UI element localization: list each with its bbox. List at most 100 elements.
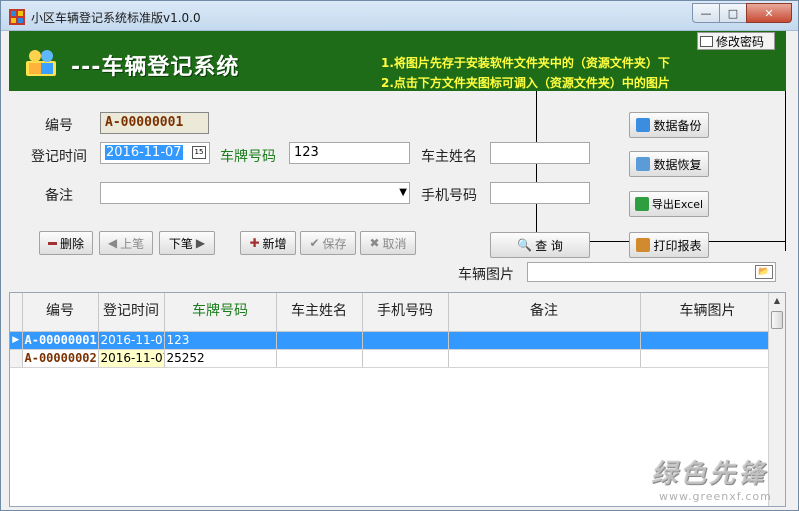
add-label: 新增 (262, 236, 287, 251)
form-icon (700, 35, 713, 47)
time-field[interactable]: 2016-11-07 15 (100, 142, 210, 164)
banner-note-1: 1.将图片先存于安装软件文件夹中的（资源文件夹）下 (381, 56, 670, 70)
current-row-indicator-icon: ▶ (10, 331, 23, 350)
window-title: 小区车辆登记系统标准版v1.0.0 (31, 11, 201, 25)
table-cell[interactable] (640, 349, 776, 368)
owner-input[interactable] (490, 142, 590, 164)
restore-icon (636, 157, 651, 171)
delete-button[interactable]: 删除 (39, 231, 93, 255)
phone-label: 手机号码 (421, 188, 477, 204)
table-cell[interactable] (276, 349, 363, 368)
table-cell[interactable]: 2016-11-07 (98, 331, 165, 350)
table-cell[interactable] (640, 331, 776, 350)
row-indicator-header (10, 293, 23, 332)
time-value: 2016-11-07 (105, 145, 183, 160)
check-icon: ✔ (309, 236, 320, 250)
phone-input[interactable] (490, 182, 590, 204)
change-password-button[interactable]: 修改密码 (697, 32, 775, 50)
table-header: 编号 登记时间 车牌号码 车主姓名 手机号码 备注 车辆图片 (10, 293, 776, 332)
remark-label: 备注 (45, 188, 73, 204)
row-indicator (10, 349, 23, 368)
watermark-text: 绿色先锋 (651, 459, 768, 489)
photo-path-input[interactable]: 📂 (527, 262, 776, 282)
site-watermark: 绿色先锋 www.greenxf.com (651, 453, 791, 503)
column-header[interactable]: 车牌号码 (164, 293, 277, 332)
close-button[interactable]: ✕ (746, 3, 792, 23)
table-cell[interactable] (448, 331, 641, 350)
column-header[interactable]: 车辆图片 (640, 293, 776, 332)
form-panel: 编号 A-00000001 登记时间 2016-11-07 15 车牌号码 12… (9, 91, 786, 287)
next-icon: ▶ (195, 236, 206, 250)
remark-select[interactable]: ▼ (100, 182, 410, 204)
column-header[interactable]: 编号 (22, 293, 99, 332)
table-cell[interactable]: A-00000001 (22, 331, 99, 350)
add-button[interactable]: ✚ 新增 (240, 231, 296, 255)
minimize-button[interactable]: — (692, 3, 720, 23)
printer-icon (636, 238, 651, 252)
database-icon (636, 118, 651, 132)
maximize-button[interactable]: □ (719, 3, 747, 23)
table-cell[interactable] (362, 331, 449, 350)
table-cell[interactable] (448, 349, 641, 368)
prev-label: 上笔 (120, 236, 145, 251)
scroll-thumb[interactable] (771, 311, 783, 329)
photo-label: 车辆图片 (458, 267, 514, 283)
window-controls: — □ ✕ (692, 3, 792, 23)
title-bar: 小区车辆登记系统标准版v1.0.0 — □ ✕ (1, 1, 798, 31)
cross-icon: ✖ (369, 236, 380, 250)
print-report-button[interactable]: 打印报表 (629, 232, 709, 258)
banner-title: ---车辆登记系统 (71, 55, 240, 80)
table-cell[interactable]: 2016-11-07 (98, 349, 165, 368)
backup-button[interactable]: 数据备份 (629, 112, 709, 138)
folder-icon[interactable]: 📂 (755, 265, 773, 279)
next-label: 下笔 (168, 236, 193, 251)
app-window: 小区车辆登记系统标准版v1.0.0 — □ ✕ ---车辆登记系统 1.将图片先… (0, 0, 799, 511)
search-icon: 🔍 (517, 238, 533, 252)
next-record-button[interactable]: 下笔 ▶ (159, 231, 215, 255)
table-cell[interactable]: 25252 (164, 349, 277, 368)
export-label: 导出Excel (651, 198, 704, 211)
plate-input[interactable]: 123 (289, 142, 410, 164)
column-header[interactable]: 备注 (448, 293, 641, 332)
header-banner: ---车辆登记系统 1.将图片先存于安装软件文件夹中的（资源文件夹）下 2.点击… (9, 31, 786, 91)
table-cell[interactable]: 123 (164, 331, 277, 350)
table-row[interactable]: A-00000002 2016-11-07 25252 (10, 349, 776, 368)
minus-icon (47, 241, 57, 245)
column-header[interactable]: 车主姓名 (276, 293, 363, 332)
scroll-up-icon[interactable]: ▲ (769, 293, 785, 309)
plus-icon: ✚ (249, 236, 260, 250)
cancel-button[interactable]: ✖ 取消 (360, 231, 416, 255)
backup-label: 数据备份 (653, 118, 702, 133)
column-header[interactable]: 登记时间 (98, 293, 165, 332)
panel-divider (785, 91, 786, 251)
watermark-url: www.greenxf.com (659, 490, 772, 503)
export-excel-button[interactable]: 导出Excel (629, 191, 709, 217)
excel-icon (634, 197, 649, 211)
cancel-label: 取消 (382, 236, 407, 251)
time-label: 登记时间 (31, 149, 87, 165)
banner-note-2: 2.点击下方文件夹图标可调入（资源文件夹）中的图片 (381, 76, 670, 90)
prev-icon: ◀ (107, 236, 118, 250)
prev-record-button[interactable]: ◀ 上笔 (99, 231, 153, 255)
restore-button[interactable]: 数据恢复 (629, 151, 709, 177)
change-password-label: 修改密码 (716, 34, 765, 49)
table-cell[interactable]: A-00000002 (22, 349, 99, 368)
app-icon (9, 9, 25, 25)
calendar-icon[interactable]: 15 (192, 146, 206, 159)
save-button[interactable]: ✔ 保存 (300, 231, 356, 255)
print-label: 打印报表 (653, 238, 702, 253)
id-label: 编号 (45, 118, 73, 134)
table-cell[interactable] (276, 331, 363, 350)
owner-label: 车主姓名 (421, 149, 477, 165)
table-row[interactable]: ▶ A-00000001 2016-11-07 123 (10, 331, 776, 350)
restore-label: 数据恢复 (653, 157, 702, 172)
id-field: A-00000001 (100, 112, 209, 134)
users-icon (26, 50, 56, 76)
chevron-down-icon[interactable]: ▼ (399, 187, 407, 198)
save-label: 保存 (322, 236, 347, 251)
column-header[interactable]: 手机号码 (362, 293, 449, 332)
panel-divider (536, 91, 537, 241)
query-button[interactable]: 🔍 查 询 (490, 232, 590, 258)
query-label: 查 询 (535, 238, 563, 253)
table-cell[interactable] (362, 349, 449, 368)
